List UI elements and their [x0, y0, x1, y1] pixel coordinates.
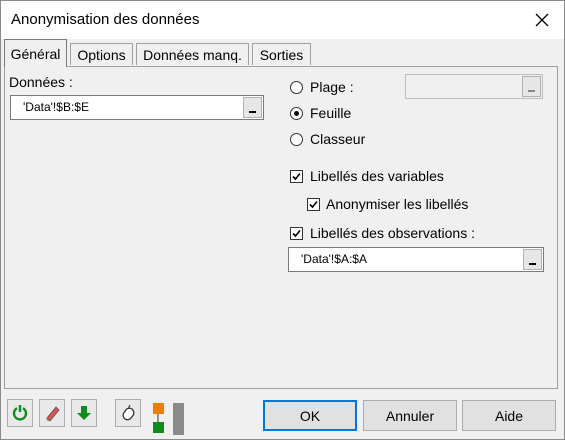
- move-down-button[interactable]: [71, 399, 97, 427]
- cancel-button-label: Annuler: [385, 407, 435, 424]
- checkbox-anonymize-labels[interactable]: [307, 198, 320, 211]
- radio-range[interactable]: [290, 81, 303, 94]
- range-select-button[interactable]: [522, 76, 541, 97]
- tab-outputs[interactable]: Sorties: [252, 43, 311, 65]
- checkbox-variable-labels-label: Libellés des variables: [310, 168, 444, 184]
- title-bar: Anonymisation des données: [1, 1, 564, 39]
- range-input[interactable]: [405, 74, 543, 99]
- tab-label: Sorties: [259, 46, 304, 63]
- mouse-select-button[interactable]: [115, 399, 141, 427]
- ok-button[interactable]: OK: [263, 400, 357, 431]
- ok-button-label: OK: [299, 407, 321, 424]
- help-button[interactable]: Aide: [462, 400, 556, 431]
- close-button[interactable]: [520, 1, 564, 39]
- window-title: Anonymisation des données: [11, 11, 200, 28]
- data-range-input[interactable]: 'Data'!$B:$E: [10, 95, 264, 120]
- checkmark-icon: [292, 229, 301, 238]
- down-arrow-icon: [77, 406, 91, 420]
- eraser-icon: [46, 406, 60, 422]
- mouse-icon: [122, 404, 135, 421]
- tab-general[interactable]: Général: [4, 39, 67, 67]
- radio-workbook-label: Classeur: [310, 131, 366, 147]
- general-panel: Données : 'Data'!$B:$E Plage : Feuille C…: [4, 66, 558, 389]
- observation-labels-select-button[interactable]: [523, 249, 542, 270]
- checkmark-icon: [292, 172, 301, 181]
- tab-label: Données manq.: [143, 46, 242, 63]
- collapse-icon: [529, 263, 536, 265]
- collapse-icon: [528, 90, 535, 92]
- tab-missing-data[interactable]: Données manq.: [136, 43, 249, 65]
- data-range-select-button[interactable]: [243, 97, 262, 118]
- reset-icon: [12, 405, 28, 421]
- observation-labels-input[interactable]: 'Data'!$A:$A: [288, 247, 544, 272]
- dialog-window: Anonymisation des données Général Option…: [0, 0, 565, 440]
- radio-sheet[interactable]: [290, 107, 303, 120]
- tab-options[interactable]: Options: [70, 43, 133, 65]
- reset-button[interactable]: [7, 399, 33, 427]
- data-range-value: 'Data'!$B:$E: [23, 100, 89, 114]
- data-label: Données :: [9, 74, 73, 90]
- layout-toggle-icon: [153, 403, 184, 435]
- tab-label: Général: [10, 45, 61, 62]
- collapse-icon: [249, 111, 256, 113]
- observation-labels-value: 'Data'!$A:$A: [301, 252, 367, 266]
- checkbox-observation-labels[interactable]: [290, 227, 303, 240]
- checkbox-variable-labels[interactable]: [290, 170, 303, 183]
- radio-sheet-label: Feuille: [310, 105, 352, 121]
- radio-workbook[interactable]: [290, 133, 303, 146]
- radio-range-label: Plage :: [310, 79, 354, 95]
- clear-button[interactable]: [39, 399, 65, 427]
- help-button-label: Aide: [494, 407, 524, 424]
- close-icon: [535, 13, 549, 27]
- tab-strip: Général Options Données manq. Sorties: [1, 39, 564, 67]
- bottom-bar: OK Annuler Aide: [1, 393, 564, 439]
- tab-label: Options: [77, 46, 126, 63]
- checkmark-icon: [309, 200, 318, 209]
- checkbox-observation-labels-label: Libellés des observations :: [310, 225, 475, 241]
- cancel-button[interactable]: Annuler: [363, 400, 457, 431]
- checkbox-anonymize-labels-label: Anonymiser les libellés: [326, 196, 469, 212]
- layout-toggle-button[interactable]: [152, 402, 186, 436]
- radio-selected-dot: [294, 111, 299, 116]
